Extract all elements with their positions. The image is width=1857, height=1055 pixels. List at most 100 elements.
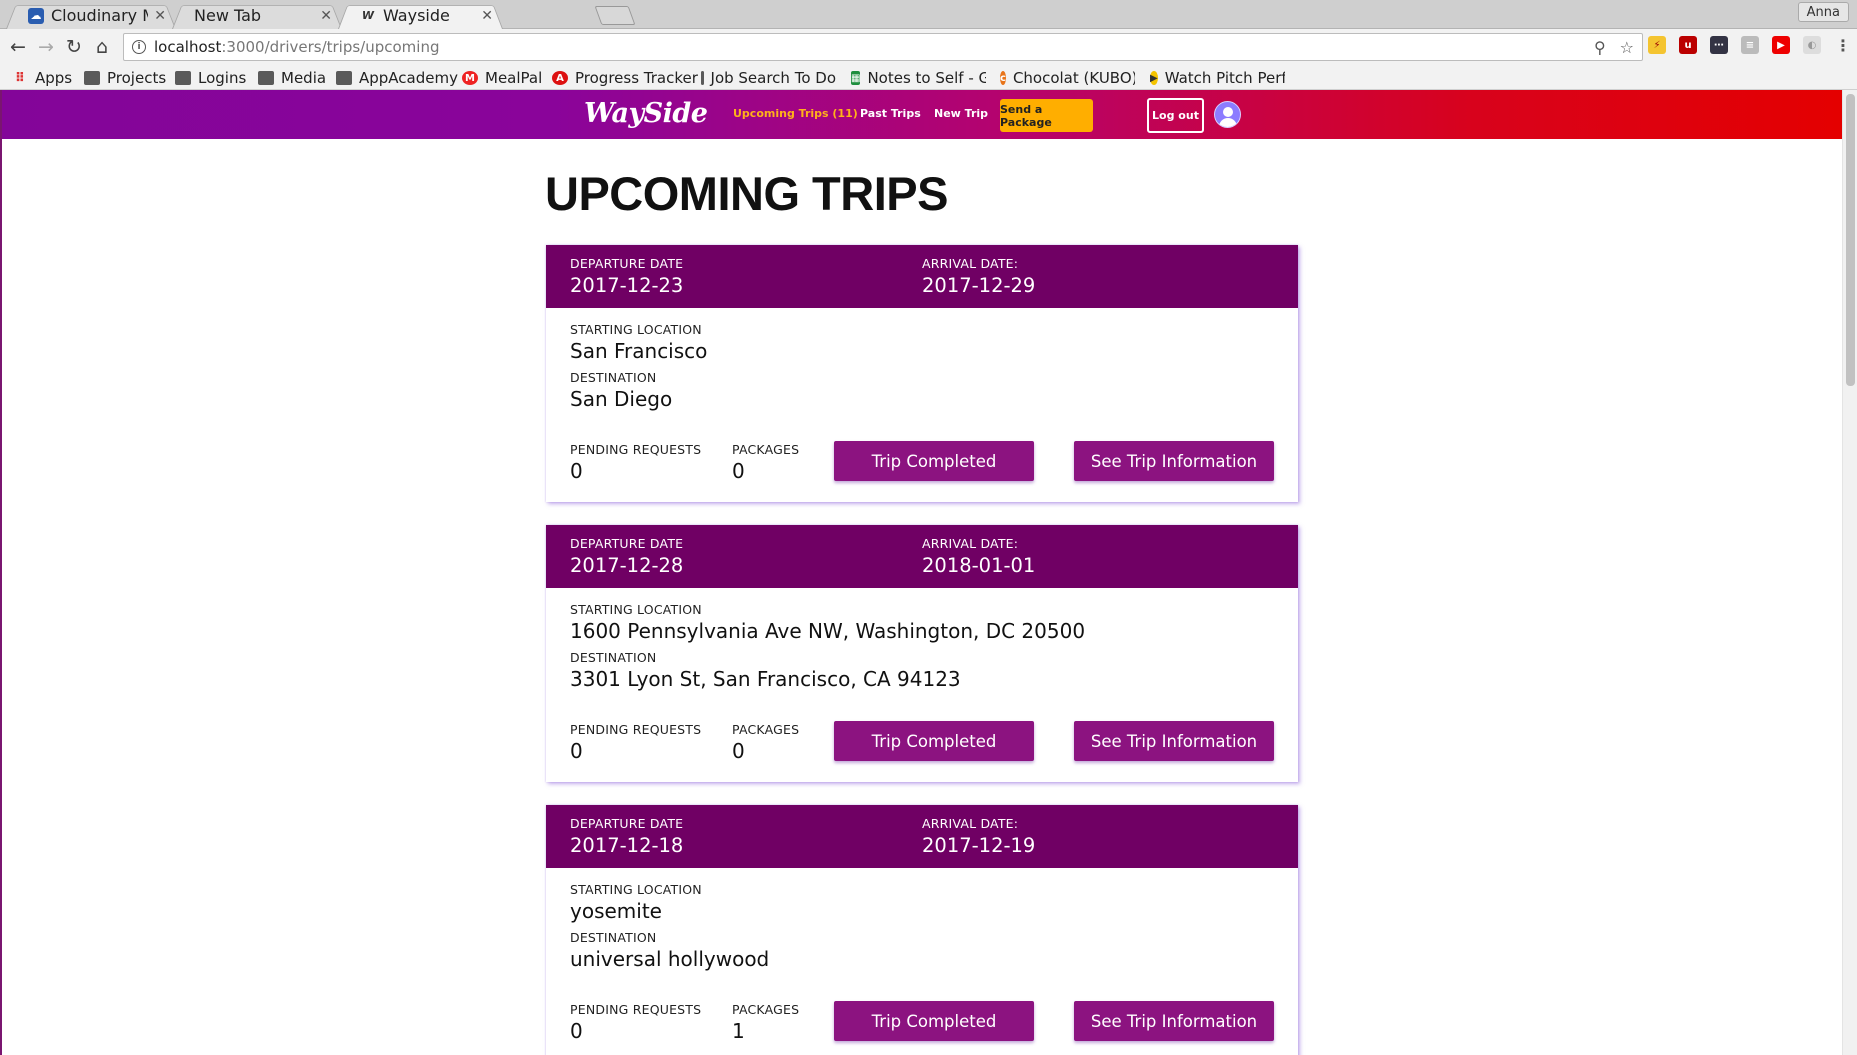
trip-card: DEPARTURE DATE 2017-12-28 ARRIVAL DATE: … xyxy=(546,525,1298,782)
new-tab-button[interactable] xyxy=(594,6,636,25)
nav-upcoming-trips[interactable]: Upcoming Trips (11) xyxy=(733,107,858,120)
folder-icon xyxy=(175,71,191,85)
window-edge xyxy=(0,90,2,1055)
wayside-logo[interactable]: WaySide xyxy=(584,98,708,129)
bookmark-projects[interactable]: Projects xyxy=(84,69,166,87)
send-package-button[interactable]: Send a Package xyxy=(1000,99,1093,132)
destination-value: universal hollywood xyxy=(570,947,770,971)
see-trip-information-button[interactable]: See Trip Information xyxy=(1074,721,1274,761)
address-bar[interactable]: i localhost:3000/drivers/trips/upcoming … xyxy=(123,33,1643,61)
starting-location-label: STARTING LOCATION xyxy=(570,882,702,897)
extension-youtube-icon[interactable]: ▶ xyxy=(1772,36,1790,54)
extension-dots-icon[interactable]: ⋯ xyxy=(1710,36,1728,54)
avatar-head xyxy=(1223,107,1233,117)
arrival-label: ARRIVAL DATE: xyxy=(922,816,1019,831)
bookmark-apps[interactable]: ⠿ Apps xyxy=(12,69,72,87)
page-title: UPCOMING TRIPS xyxy=(545,167,948,220)
avatar[interactable] xyxy=(1214,101,1241,128)
destination-label: DESTINATION xyxy=(570,930,657,945)
folder-icon xyxy=(701,71,704,85)
trip-completed-button[interactable]: Trip Completed xyxy=(834,721,1034,761)
home-icon[interactable]: ⌂ xyxy=(90,35,114,59)
packages-value: 1 xyxy=(732,1019,745,1043)
trip-completed-button[interactable]: Trip Completed xyxy=(834,441,1034,481)
extension-ublock-icon[interactable]: u xyxy=(1679,36,1697,54)
chocolat-icon: c xyxy=(1000,71,1006,85)
back-arrow-icon[interactable]: ← xyxy=(6,35,30,59)
extension-faded-icon[interactable]: ◐ xyxy=(1803,36,1821,54)
see-trip-information-button[interactable]: See Trip Information xyxy=(1074,441,1274,481)
bookmark-label: Job Search To Do xyxy=(710,69,836,87)
close-icon[interactable]: ✕ xyxy=(481,8,493,24)
extension-flash-icon[interactable]: ⚡ xyxy=(1648,36,1666,54)
see-trip-information-button[interactable]: See Trip Information xyxy=(1074,1001,1274,1041)
extensions-area: ⚡ u ⋯ ≡ ▶ ◐ ⋮ xyxy=(1648,36,1852,55)
profile-button[interactable]: Anna xyxy=(1797,2,1849,22)
progress-tracker-icon: A xyxy=(552,71,568,85)
logout-button[interactable]: Log out xyxy=(1147,98,1204,133)
bookmark-appacademy[interactable]: AppAcademy xyxy=(336,69,458,87)
close-icon[interactable]: ✕ xyxy=(154,8,166,24)
bookmark-star-icon[interactable]: ☆ xyxy=(1620,38,1634,57)
departure-date: 2017-12-18 xyxy=(570,834,684,857)
nav-past-trips[interactable]: Past Trips xyxy=(860,107,921,120)
packages-value: 0 xyxy=(732,459,745,483)
departure-label: DEPARTURE DATE xyxy=(570,816,684,831)
browser-tab-wayside[interactable]: W Wayside ✕ xyxy=(338,2,503,29)
apps-grid-icon: ⠿ xyxy=(14,70,26,86)
folder-icon xyxy=(336,71,352,85)
bookmark-progress-tracker[interactable]: A Progress Tracker xyxy=(552,69,698,87)
bookmark-label: Logins xyxy=(198,69,247,87)
info-icon[interactable]: i xyxy=(132,40,146,54)
sheets-icon: ▦ xyxy=(851,71,861,85)
close-icon[interactable]: ✕ xyxy=(320,8,332,24)
trip-card-header: DEPARTURE DATE 2017-12-23 ARRIVAL DATE: … xyxy=(546,245,1298,308)
page-scrollbar[interactable] xyxy=(1842,90,1857,1055)
bookmark-notes-to-self[interactable]: ▦ Notes to Self - Go xyxy=(851,69,986,87)
bookmark-watch-pitch[interactable]: ▶ Watch Pitch Perf xyxy=(1150,69,1285,87)
bookmark-label: MealPal xyxy=(485,69,543,87)
bookmark-mealpal[interactable]: M MealPal xyxy=(462,69,542,87)
page-viewport: WaySide Upcoming Trips (11) Past Trips N… xyxy=(0,90,1857,1055)
nav-new-trip[interactable]: New Trip xyxy=(934,107,988,120)
avatar-body xyxy=(1219,118,1237,127)
bookmark-logins[interactable]: Logins xyxy=(175,69,246,87)
trip-card-header: DEPARTURE DATE 2017-12-28 ARRIVAL DATE: … xyxy=(546,525,1298,588)
bookmark-label: Chocolat (KUBO) xyxy=(1012,69,1135,87)
bookmark-media[interactable]: Media xyxy=(258,69,326,87)
bookmark-chocolat[interactable]: c Chocolat (KUBO) xyxy=(1000,69,1135,87)
pending-requests-label: PENDING REQUESTS xyxy=(570,442,702,457)
departure-date: 2017-12-23 xyxy=(570,274,684,297)
trip-card: DEPARTURE DATE 2017-12-23 ARRIVAL DATE: … xyxy=(546,245,1298,502)
cloudinary-icon: ☁ xyxy=(28,7,44,24)
browser-tab-new-tab[interactable]: New Tab ✕ xyxy=(172,2,342,29)
bookmark-label: Projects xyxy=(107,69,167,87)
wayside-icon: W xyxy=(361,9,375,22)
forward-arrow-icon[interactable]: → xyxy=(34,35,58,59)
trip-completed-button[interactable]: Trip Completed xyxy=(834,1001,1034,1041)
tab-title: Wayside xyxy=(383,6,450,25)
arrival-label: ARRIVAL DATE: xyxy=(922,536,1019,551)
trip-card-header: DEPARTURE DATE 2017-12-18 ARRIVAL DATE: … xyxy=(546,805,1298,868)
scrollbar-thumb[interactable] xyxy=(1846,94,1855,386)
packages-value: 0 xyxy=(732,739,745,763)
extension-grey-icon[interactable]: ≡ xyxy=(1741,36,1759,54)
bookmark-label: AppAcademy xyxy=(359,69,458,87)
folder-icon xyxy=(84,71,100,85)
site-navbar: WaySide Upcoming Trips (11) Past Trips N… xyxy=(2,90,1842,139)
bookmark-job-search[interactable]: Job Search To Do xyxy=(701,69,836,87)
browser-tab-cloudinary[interactable]: ☁ Cloudinary Manage ✕ xyxy=(6,2,176,29)
pending-requests-label: PENDING REQUESTS xyxy=(570,1002,702,1017)
zoom-icon[interactable]: ⚲ xyxy=(1594,38,1606,57)
packages-label: PACKAGES xyxy=(732,722,800,737)
mealpal-icon: M xyxy=(462,71,478,85)
menu-kebab-icon[interactable]: ⋮ xyxy=(1834,36,1852,55)
bookmark-label: Watch Pitch Perf xyxy=(1164,69,1285,87)
destination-label: DESTINATION xyxy=(570,370,657,385)
starting-location-label: STARTING LOCATION xyxy=(570,322,702,337)
arrival-label: ARRIVAL DATE: xyxy=(922,256,1019,271)
bookmark-label: Progress Tracker xyxy=(575,69,698,87)
reload-icon[interactable]: ↻ xyxy=(62,35,86,59)
arrival-date: 2018-01-01 xyxy=(922,554,1036,577)
bookmark-label: Apps xyxy=(35,69,73,87)
